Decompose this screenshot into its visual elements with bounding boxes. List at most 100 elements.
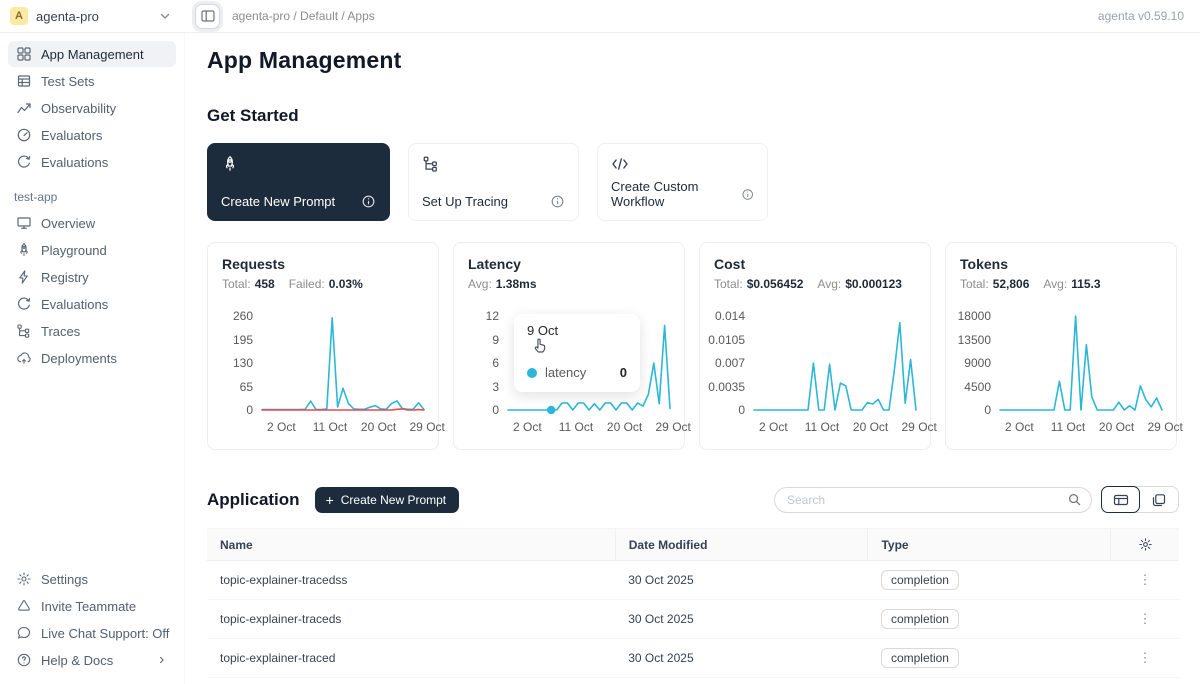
row-menu-button[interactable]: ⋮ bbox=[1138, 611, 1151, 626]
sidebar-item-label: Evaluations bbox=[41, 155, 108, 170]
card-label: Create New Prompt bbox=[221, 194, 335, 209]
type-badge: completion bbox=[881, 648, 959, 668]
sidebar-item-overview[interactable]: Overview bbox=[8, 210, 176, 236]
chart-title: Cost bbox=[714, 256, 916, 272]
table-row[interactable]: career-assessment 27 Oct 2025 completion… bbox=[207, 678, 1179, 684]
column-header-name: Name bbox=[207, 529, 615, 561]
main-content: App Management Get Started Create New Pr… bbox=[185, 33, 1200, 684]
chevron-right-icon bbox=[156, 654, 168, 666]
x-axis-labels: 2 Oct11 Oct20 Oct29 Oct bbox=[768, 420, 930, 436]
project-label: test-app bbox=[8, 190, 176, 204]
button-label: Create New Prompt bbox=[341, 493, 446, 507]
table-row[interactable]: topic-explainer-tracedss 30 Oct 2025 com… bbox=[207, 561, 1179, 600]
sidebar-item-label: Overview bbox=[41, 216, 95, 231]
sidebar-item-test-sets[interactable]: Test Sets bbox=[8, 68, 176, 94]
create-new-prompt-button[interactable]: + Create New Prompt bbox=[315, 487, 460, 513]
info-icon[interactable] bbox=[361, 194, 376, 209]
row-menu-button[interactable]: ⋮ bbox=[1138, 572, 1151, 587]
row-menu-button[interactable]: ⋮ bbox=[1138, 650, 1151, 665]
gear-icon bbox=[16, 571, 32, 587]
sidebar-item-app-management[interactable]: App Management bbox=[8, 41, 176, 67]
get-started-title: Get Started bbox=[207, 106, 1179, 126]
sidebar-item-help-docs[interactable]: Help & Docs bbox=[8, 647, 176, 673]
table-header-row: Name Date Modified Type bbox=[207, 529, 1179, 561]
search-input[interactable] bbox=[787, 493, 1067, 507]
table-row[interactable]: topic-explainer-traceds 30 Oct 2025 comp… bbox=[207, 600, 1179, 639]
app-name: topic-explainer-traceds bbox=[207, 600, 615, 639]
type-badge: completion bbox=[881, 570, 959, 590]
info-icon[interactable] bbox=[550, 194, 565, 209]
sidebar-item-traces[interactable]: Traces bbox=[8, 318, 176, 344]
create-custom-workflow-card[interactable]: Create Custom Workflow bbox=[597, 143, 768, 221]
view-toggle bbox=[1101, 486, 1179, 513]
sidebar-item-invite-teammate[interactable]: Invite Teammate bbox=[8, 593, 176, 619]
sidebar-item-live-chat-support[interactable]: Live Chat Support: Off bbox=[8, 620, 176, 646]
chart-tooltip: 9 Oct latency 0 bbox=[514, 314, 640, 392]
breadcrumb[interactable]: agenta-pro / Default / Apps bbox=[232, 9, 375, 23]
rocket-icon bbox=[16, 242, 32, 258]
sidebar-item-evaluations-project[interactable]: Evaluations bbox=[8, 291, 176, 317]
sidebar-item-label: Live Chat Support: Off bbox=[41, 626, 169, 641]
info-icon[interactable] bbox=[741, 187, 754, 202]
chart-plot[interactable] bbox=[262, 305, 424, 413]
sidebar-item-label: Observability bbox=[41, 101, 116, 116]
sidebar-collapse-icon bbox=[200, 8, 216, 24]
create-new-prompt-card[interactable]: Create New Prompt bbox=[207, 143, 390, 221]
sidebar-item-label: Settings bbox=[41, 572, 88, 587]
card-view-button[interactable] bbox=[1139, 487, 1178, 512]
sidebar-item-label: Evaluators bbox=[41, 128, 102, 143]
observability-icon bbox=[16, 100, 32, 116]
app-date-modified: 27 Oct 2025 bbox=[615, 678, 868, 684]
search-icon[interactable] bbox=[1067, 492, 1082, 507]
traces-icon bbox=[16, 323, 32, 339]
set-up-tracing-card[interactable]: Set Up Tracing bbox=[408, 143, 579, 221]
topbar: A agenta-pro agenta-pro / Default / Apps… bbox=[0, 0, 1200, 33]
invite-icon bbox=[16, 598, 32, 614]
sidebar-item-deployments[interactable]: Deployments bbox=[8, 345, 176, 371]
rocket-icon bbox=[221, 155, 239, 173]
workspace-avatar: A bbox=[10, 7, 28, 25]
app-version: agenta v0.59.10 bbox=[1098, 9, 1184, 23]
app-name: topic-explainer-traced bbox=[207, 639, 615, 678]
application-title: Application bbox=[207, 490, 300, 510]
hand-cursor-icon bbox=[530, 336, 550, 356]
monitor-icon bbox=[16, 215, 32, 231]
chevron-down-icon bbox=[157, 8, 173, 24]
card-view-icon bbox=[1151, 492, 1167, 508]
help-icon bbox=[16, 652, 32, 668]
table-view-button[interactable] bbox=[1101, 486, 1140, 513]
sidebar-item-settings[interactable]: Settings bbox=[8, 566, 176, 592]
evaluations-icon bbox=[16, 154, 32, 170]
chart-stats: Total:52,806Avg:115.3 bbox=[960, 277, 1162, 291]
workspace-selector[interactable]: A agenta-pro bbox=[0, 7, 185, 25]
plus-icon: + bbox=[326, 495, 334, 505]
x-axis-labels: 2 Oct11 Oct20 Oct29 Oct bbox=[522, 420, 684, 436]
y-axis-labels: 0450090001350018000 bbox=[960, 305, 1000, 413]
sidebar-item-registry[interactable]: Registry bbox=[8, 264, 176, 290]
chart-plot[interactable] bbox=[1000, 305, 1162, 413]
type-badge: completion bbox=[881, 609, 959, 629]
search-box[interactable] bbox=[774, 487, 1092, 513]
evaluations-icon bbox=[16, 296, 32, 312]
cloud-icon bbox=[16, 350, 32, 366]
sidebar-item-evaluations[interactable]: Evaluations bbox=[8, 149, 176, 175]
application-header: Application + Create New Prompt bbox=[207, 486, 1179, 513]
card-label: Set Up Tracing bbox=[422, 194, 508, 209]
chart-stats: Total:458Failed:0.03% bbox=[222, 277, 424, 291]
y-axis-labels: 00.00350.0070.01050.014 bbox=[714, 305, 754, 413]
sidebar-item-label: Traces bbox=[41, 324, 80, 339]
get-started-cards: Create New Prompt Set Up Tracing Create … bbox=[207, 143, 1179, 221]
column-settings-button[interactable] bbox=[1111, 529, 1179, 561]
sidebar-item-playground[interactable]: Playground bbox=[8, 237, 176, 263]
tokens-chart-card: Tokens Total:52,806Avg:115.3 04500900013… bbox=[945, 242, 1177, 450]
table-row[interactable]: topic-explainer-traced 30 Oct 2025 compl… bbox=[207, 639, 1179, 678]
sidebar-item-evaluators[interactable]: Evaluators bbox=[8, 122, 176, 148]
grid-icon bbox=[16, 46, 32, 62]
metric-charts: Requests Total:458Failed:0.03% 065130195… bbox=[207, 242, 1179, 450]
app-date-modified: 30 Oct 2025 bbox=[615, 600, 868, 639]
sidebar-item-observability[interactable]: Observability bbox=[8, 95, 176, 121]
collapse-sidebar-button[interactable] bbox=[195, 4, 220, 29]
sidebar-item-label: Playground bbox=[41, 243, 107, 258]
gauge-icon bbox=[16, 127, 32, 143]
chart-plot[interactable] bbox=[754, 305, 916, 413]
